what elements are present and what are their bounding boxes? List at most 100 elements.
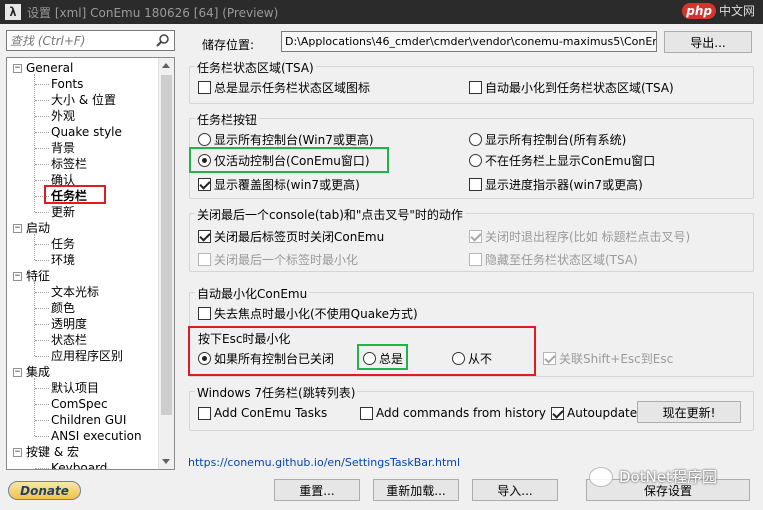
- tree-item-quake[interactable]: Quake style: [51, 124, 122, 140]
- tree-item-features[interactable]: 特征: [26, 268, 50, 284]
- tree-item-tabbar[interactable]: 标签栏: [51, 156, 87, 172]
- hide-tsa-option[interactable]: 隐藏至任务栏状态区域(TSA): [469, 251, 638, 267]
- tree-item-keys-macro[interactable]: 按键 & 宏: [26, 444, 79, 460]
- tree-item-statusbar[interactable]: 状态栏: [51, 332, 87, 348]
- window-title: 设置 [xml] ConEmu 180626 [64] (Preview): [27, 5, 279, 20]
- minimize-last-option[interactable]: 关闭最后一个标签时最小化: [198, 251, 358, 267]
- show-all-systems-radio[interactable]: [469, 132, 482, 146]
- close-conemu-option[interactable]: 关闭最后标签页时关闭ConEmu: [198, 228, 384, 244]
- add-tasks-checkbox[interactable]: [198, 406, 211, 420]
- export-button[interactable]: 导出...: [664, 31, 752, 53]
- if-all-closed-label: 如果所有控制台已关闭: [214, 351, 335, 366]
- autoupdate-checkbox[interactable]: [551, 406, 564, 420]
- expand-general-toggle[interactable]: −: [13, 64, 22, 73]
- always-show-tsa-option[interactable]: 总是显示任务栏状态区域图标: [198, 79, 370, 95]
- auto-minimize-tsa-checkbox[interactable]: [469, 80, 482, 94]
- tree-item-colors[interactable]: 颜色: [51, 300, 75, 316]
- focus-lost-option[interactable]: 失去焦点时最小化(不使用Quake方式): [198, 305, 418, 321]
- tree-item-default-term[interactable]: 默认项目: [51, 380, 99, 396]
- map-shift-esc-label: 关联Shift+Esc到Esc: [559, 351, 674, 366]
- tree-item-fonts[interactable]: Fonts: [51, 76, 83, 92]
- auto-minimize-tsa-option[interactable]: 自动最小化到任务栏状态区域(TSA): [469, 79, 674, 95]
- tree-line: [34, 234, 35, 260]
- tree-item-tasks[interactable]: 任务: [51, 236, 75, 252]
- map-shift-esc-option[interactable]: 关联Shift+Esc到Esc: [543, 350, 673, 366]
- expand-integration-toggle[interactable]: −: [13, 368, 22, 377]
- expand-features-toggle[interactable]: −: [13, 272, 22, 281]
- tree-item-startup[interactable]: 启动: [26, 220, 50, 236]
- tree-item-update[interactable]: 更新: [51, 204, 75, 220]
- always-show-tsa-label: 总是显示任务栏状态区域图标: [214, 80, 371, 95]
- tree-item-integration[interactable]: 集成: [26, 364, 50, 380]
- donate-button[interactable]: Donate: [8, 481, 81, 500]
- tree-item-transparency[interactable]: 透明度: [51, 316, 87, 332]
- dotnet-watermark: DotNet程序园: [589, 466, 717, 487]
- tree-item-appearance[interactable]: 外观: [51, 108, 75, 124]
- overlay-icon-checkbox[interactable]: [198, 177, 211, 191]
- tree-scrollbar[interactable]: [158, 58, 174, 469]
- settings-search-box[interactable]: [6, 30, 175, 51]
- expand-keys-toggle[interactable]: −: [13, 448, 22, 457]
- storage-path-field[interactable]: D:\Applocations\46_cmder\cmder\vendor\co…: [281, 31, 657, 52]
- tree-item-keyboard[interactable]: Keyboard: [51, 460, 107, 469]
- always-show-tsa-checkbox[interactable]: [198, 80, 211, 94]
- progress-option[interactable]: 显示进度指示器(win7或更高): [469, 176, 643, 192]
- tree-line: [35, 436, 49, 437]
- never-esc-option[interactable]: 从不: [452, 350, 492, 366]
- minimize-last-checkbox[interactable]: [198, 252, 211, 266]
- add-tasks-option[interactable]: Add ConEmu Tasks: [198, 405, 327, 421]
- tree-item-ansi[interactable]: ANSI execution: [51, 428, 142, 444]
- autoupdate-option[interactable]: Autoupdate: [551, 405, 637, 421]
- expand-startup-toggle[interactable]: −: [13, 224, 22, 233]
- progress-checkbox[interactable]: [469, 177, 482, 191]
- scroll-up-arrow-icon[interactable]: [162, 63, 170, 68]
- tree-line: [34, 74, 35, 212]
- show-all-win7-option[interactable]: 显示所有控制台(Win7或更高): [198, 131, 374, 147]
- always-esc-option[interactable]: 总是: [363, 350, 403, 366]
- auto-minimize-group-title: 自动最小化ConEmu: [195, 285, 310, 302]
- overlay-icon-option[interactable]: 显示覆盖图标(win7或更高): [198, 176, 360, 192]
- tree-line: [35, 292, 49, 293]
- show-all-win7-radio[interactable]: [198, 132, 211, 146]
- tree-item-comspec[interactable]: ComSpec: [51, 396, 108, 412]
- hide-tsa-checkbox[interactable]: [469, 252, 482, 266]
- scrollbar-thumb[interactable]: [161, 75, 172, 415]
- tree-line: [35, 148, 49, 149]
- tree-item-size-pos[interactable]: 大小 & 位置: [51, 92, 116, 108]
- settings-tree[interactable]: − General Fonts 大小 & 位置 外观 Quake style 背…: [6, 57, 175, 470]
- reload-button[interactable]: 重新加载...: [373, 479, 459, 501]
- settings-search-input[interactable]: [7, 32, 147, 49]
- quit-on-close-checkbox[interactable]: [469, 229, 482, 243]
- quit-on-close-option[interactable]: 关闭时退出程序(比如 标题栏点击叉号): [469, 228, 690, 244]
- tree-item-text-cursor[interactable]: 文本光标: [51, 284, 99, 300]
- import-button[interactable]: 导入...: [472, 479, 558, 501]
- tree-item-taskbar[interactable]: 任务栏: [51, 188, 87, 204]
- tree-item-background[interactable]: 背景: [51, 140, 75, 156]
- close-last-group-title: 关闭最后一个console(tab)和"点击叉号"时的动作: [195, 206, 465, 223]
- tree-line: [35, 308, 49, 309]
- tree-item-confirm[interactable]: 确认: [51, 172, 75, 188]
- update-now-button[interactable]: 现在更新!: [637, 401, 741, 423]
- add-history-checkbox[interactable]: [360, 406, 373, 420]
- tree-item-env[interactable]: 环境: [51, 252, 75, 268]
- always-esc-radio[interactable]: [363, 351, 376, 365]
- tree-item-children-gui[interactable]: Children GUI: [51, 412, 126, 428]
- show-all-systems-option[interactable]: 显示所有控制台(所有系统): [469, 131, 626, 147]
- help-link[interactable]: https://conemu.github.io/en/SettingsTask…: [188, 456, 460, 469]
- never-esc-radio[interactable]: [452, 351, 465, 365]
- active-only-option[interactable]: 仅活动控制台(ConEmu窗口): [198, 152, 370, 168]
- hide-taskbar-option[interactable]: 不在任务栏上显示ConEmu窗口: [469, 152, 655, 168]
- close-conemu-checkbox[interactable]: [198, 229, 211, 243]
- add-history-option[interactable]: Add commands from history: [360, 405, 546, 421]
- reset-button[interactable]: 重置...: [274, 479, 360, 501]
- active-only-radio[interactable]: [198, 153, 211, 167]
- tree-item-app-distinct[interactable]: 应用程序区别: [51, 348, 123, 364]
- map-shift-esc-checkbox[interactable]: [543, 351, 556, 365]
- php-watermark: php 中文网: [682, 2, 755, 19]
- search-icon[interactable]: [156, 33, 170, 47]
- if-all-closed-option[interactable]: 如果所有控制台已关闭: [198, 350, 334, 366]
- focus-lost-checkbox[interactable]: [198, 306, 211, 320]
- hide-taskbar-radio[interactable]: [469, 153, 482, 167]
- scroll-down-arrow-icon[interactable]: [162, 459, 170, 464]
- if-all-closed-radio[interactable]: [198, 351, 211, 365]
